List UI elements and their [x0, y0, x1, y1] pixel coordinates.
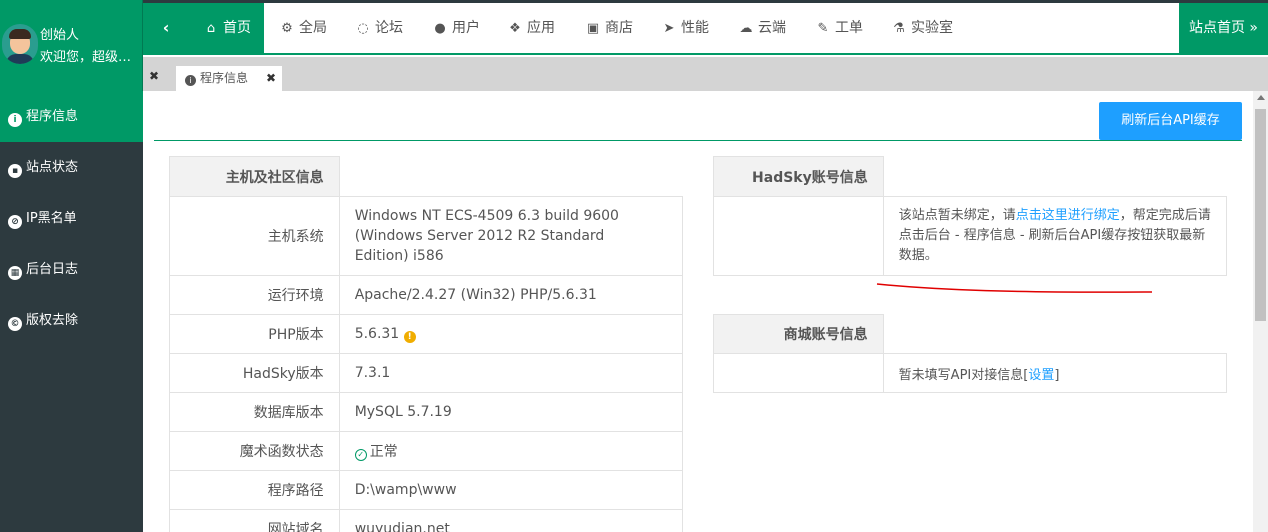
vertical-scrollbar[interactable] — [1253, 91, 1268, 532]
user-name: 创始人 — [40, 28, 80, 43]
host-info-table: 主机及社区信息 主机系统 Windows NT ECS-4509 6.3 bui… — [169, 156, 684, 532]
comment-icon: ◌ — [357, 21, 369, 36]
bind-account-link[interactable]: 点击这里进行绑定 — [1016, 208, 1120, 223]
sidebar-item-ip-blacklist[interactable]: ⊘ IP黑名单 — [0, 193, 143, 244]
sidebar-item-site-status[interactable]: ▪ 站点状态 — [0, 142, 143, 193]
ban-icon: ⊘ — [8, 215, 22, 229]
table-row: PHP版本 5.6.31 ! — [169, 314, 684, 354]
top-nav: ‹ ⌂ 首页 ⚙ 全局 ◌ 论坛 ● 用户 ❖ 应用 ▣ 商店 ➤ 性能 ☁ 云端 ✎ 工单 ⚗ 实… — [143, 3, 1268, 55]
tab-program-info[interactable]: i 程序信息 ✖ — [176, 66, 282, 91]
shop-account-table: 商城账号信息 暂未填写API对接信息[设置] — [713, 314, 1228, 393]
collapse-sidebar-button[interactable]: ‹ — [143, 3, 189, 55]
nav-item-performance[interactable]: ➤ 性能 — [661, 3, 709, 53]
table-row: 魔术函数状态 ✓ 正常 — [169, 431, 684, 471]
table-row: 程序路径 D:\wamp\www — [169, 470, 684, 510]
sidebar-item-program-info[interactable]: i 程序信息 — [0, 91, 143, 142]
user-panel: 创始人 欢迎您，超级管理员 — [0, 0, 143, 91]
flask-icon: ⚗ — [893, 21, 905, 36]
info-icon: i — [185, 75, 196, 86]
site-home-link[interactable]: 站点首页 » — [1179, 3, 1268, 55]
sidebar: i 程序信息 ▪ 站点状态 ⊘ IP黑名单 ▦ 后台日志 © 版权去除 — [0, 91, 143, 532]
chevron-left-icon: ‹ — [162, 18, 170, 37]
copyright-icon: © — [8, 317, 22, 331]
close-all-tabs-icon[interactable]: ✖ — [149, 69, 159, 83]
tab-strip: ✖ i 程序信息 ✖ — [143, 57, 1268, 91]
lock-icon: ▪ — [8, 164, 22, 178]
main-content: 刷新后台API缓存 主机及社区信息 主机系统 Windows NT ECS-45… — [143, 91, 1253, 532]
scroll-thumb[interactable] — [1255, 109, 1266, 321]
table-row: 该站点暂未绑定，请点击这里进行绑定，帮定完成后请点击后台 - 程序信息 - 刷新… — [713, 196, 1228, 276]
divider — [154, 140, 1242, 141]
avatar[interactable] — [2, 24, 38, 64]
table-row: 运行环境 Apache/2.4.27 (Win32) PHP/5.6.31 — [169, 275, 684, 315]
red-annotation-line — [876, 283, 1153, 293]
table-row: 主机系统 Windows NT ECS-4509 6.3 build 9600 … — [169, 196, 684, 276]
check-circle-icon: ✓ — [354, 449, 367, 461]
calendar-icon: ▦ — [8, 266, 22, 280]
host-table-header: 主机及社区信息 — [169, 156, 340, 197]
home-icon: ⌂ — [206, 21, 216, 36]
info-icon: i — [8, 113, 22, 127]
nav-item-apps[interactable]: ❖ 应用 — [507, 3, 555, 53]
table-row: HadSky版本 7.3.1 — [169, 353, 684, 393]
refresh-api-cache-button[interactable]: 刷新后台API缓存 — [1099, 102, 1242, 140]
users-icon: ● — [434, 21, 446, 36]
nav-item-cloud[interactable]: ☁ 云端 — [738, 3, 787, 53]
shop-table-header: 商城账号信息 — [713, 314, 884, 354]
hadsky-account-table: HadSky账号信息 该站点暂未绑定，请点击这里进行绑定，帮定完成后请点击后台 … — [713, 156, 1228, 276]
table-row: 暂未填写API对接信息[设置] — [713, 353, 1228, 393]
nav-item-lab[interactable]: ⚗ 实验室 — [891, 3, 953, 53]
hadsky-table-header: HadSky账号信息 — [713, 156, 884, 197]
nav-item-users[interactable]: ● 用户 — [432, 3, 480, 53]
table-row: 网站域名 wuyudian.net — [169, 509, 684, 532]
nav-item-store[interactable]: ▣ 商店 — [585, 3, 633, 53]
wrench-icon: ✎ — [817, 21, 829, 36]
cubes-icon: ❖ — [509, 21, 521, 36]
user-welcome: 欢迎您，超级管理员 — [40, 50, 138, 65]
cogs-icon: ⚙ — [281, 21, 293, 36]
sidebar-item-remove-copyright[interactable]: © 版权去除 — [0, 295, 143, 346]
nav-item-home[interactable]: ⌂ 首页 — [189, 3, 264, 53]
api-settings-link[interactable]: 设置 — [1028, 368, 1054, 383]
nav-item-tickets[interactable]: ✎ 工单 — [815, 3, 863, 53]
table-row: 数据库版本 MySQL 5.7.19 — [169, 392, 684, 432]
paper-plane-icon: ➤ — [663, 21, 675, 36]
nav-item-global[interactable]: ⚙ 全局 — [279, 3, 327, 53]
cloud-icon: ☁ — [739, 21, 753, 36]
scroll-up-arrow-icon[interactable] — [1257, 95, 1265, 100]
nav-item-forum[interactable]: ◌ 论坛 — [355, 3, 403, 53]
shopping-bag-icon: ▣ — [586, 21, 600, 36]
sidebar-item-admin-log[interactable]: ▦ 后台日志 — [0, 244, 143, 295]
warning-icon[interactable]: ! — [403, 330, 416, 343]
close-tab-icon[interactable]: ✖ — [266, 66, 276, 90]
